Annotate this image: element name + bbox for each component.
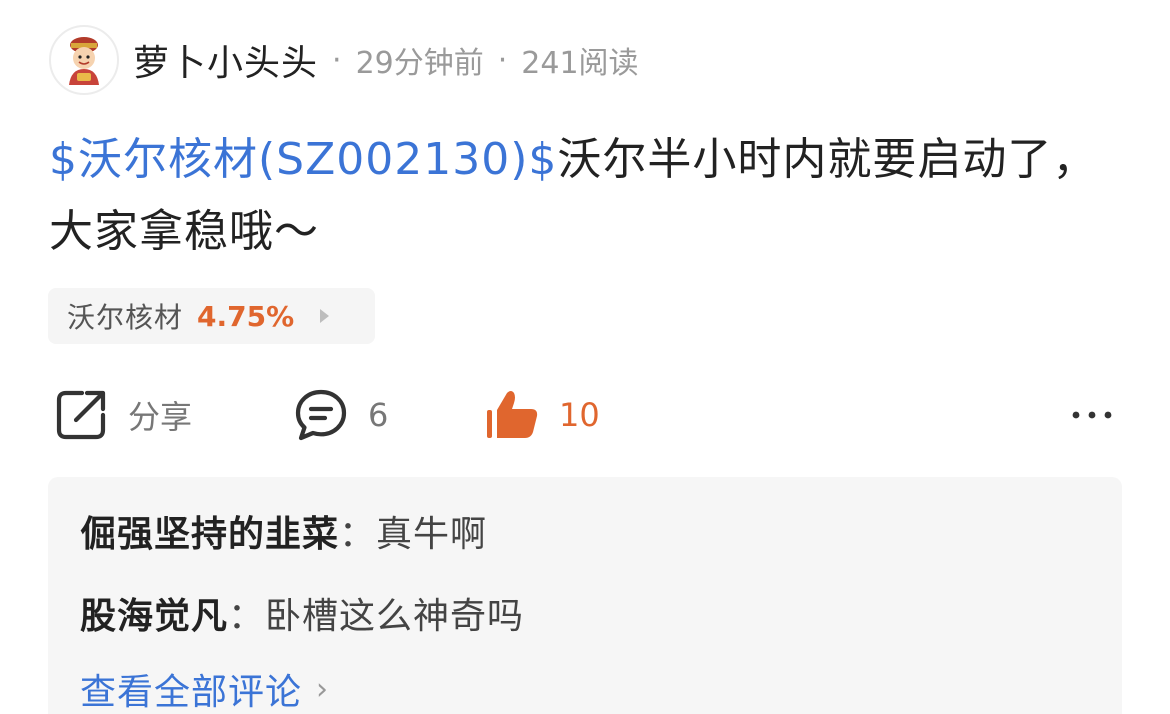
comments-panel: 倔强坚持的韭菜：真牛啊 股海觉凡：卧槽这么神奇吗 查看全部评论 › [48, 477, 1122, 714]
comment-separator: ： [339, 514, 377, 555]
stock-chip-change: 4.75% [197, 299, 295, 333]
view-all-comments-link[interactable]: 查看全部评论 › [80, 663, 329, 714]
stock-link[interactable]: $沃尔核材(SZ002130)$ [49, 134, 557, 185]
comment-separator: ： [228, 596, 266, 637]
comment-user[interactable]: 股海觉凡 [80, 596, 228, 637]
meta-separator: · [332, 42, 342, 78]
comment-item[interactable]: 股海觉凡：卧槽这么神奇吗 [80, 587, 524, 639]
more-icon [1072, 411, 1112, 419]
post-header: 萝卜小头头 · 29分钟前 · 241阅读 [49, 24, 639, 96]
like-count: 10 [559, 396, 600, 434]
post-meta: · 29分钟前 · 241阅读 [330, 38, 639, 82]
thumbs-up-icon [487, 391, 538, 438]
action-bar: 分享 6 10 [0, 380, 1170, 450]
read-count: 241阅读 [521, 46, 639, 81]
more-button[interactable] [1070, 380, 1114, 450]
comment-item[interactable]: 倔强坚持的韭菜：真牛啊 [80, 505, 487, 557]
share-button[interactable]: 分享 [54, 380, 192, 450]
author-name[interactable]: 萝卜小头头 [133, 34, 318, 86]
meta-separator: · [497, 42, 508, 78]
stock-chip-name: 沃尔核材 [67, 301, 184, 334]
comment-text: 真牛啊 [376, 514, 488, 555]
stock-chip[interactable]: 沃尔核材 4.75% [48, 288, 375, 344]
comment-icon [295, 389, 347, 441]
chevron-right-icon: › [316, 671, 330, 707]
view-all-label: 查看全部评论 [80, 672, 303, 713]
post-time: 29分钟前 [355, 46, 484, 81]
comment-button[interactable]: 6 [294, 380, 388, 450]
comment-text: 卧槽这么神奇吗 [265, 596, 525, 637]
share-icon [56, 390, 106, 440]
avatar-icon [69, 37, 99, 85]
like-button[interactable]: 10 [485, 380, 600, 450]
chevron-right-icon [320, 309, 330, 323]
comment-count: 6 [368, 396, 389, 434]
post-content: $沃尔核材(SZ002130)$沃尔半小时内就要启动了，大家拿稳哦～ [49, 124, 1124, 268]
post-card: 萝卜小头头 · 29分钟前 · 241阅读 $沃尔核材(SZ002130)$沃尔… [0, 0, 1170, 714]
share-label: 分享 [128, 398, 193, 436]
avatar[interactable] [49, 25, 119, 95]
comment-user[interactable]: 倔强坚持的韭菜 [80, 514, 339, 555]
